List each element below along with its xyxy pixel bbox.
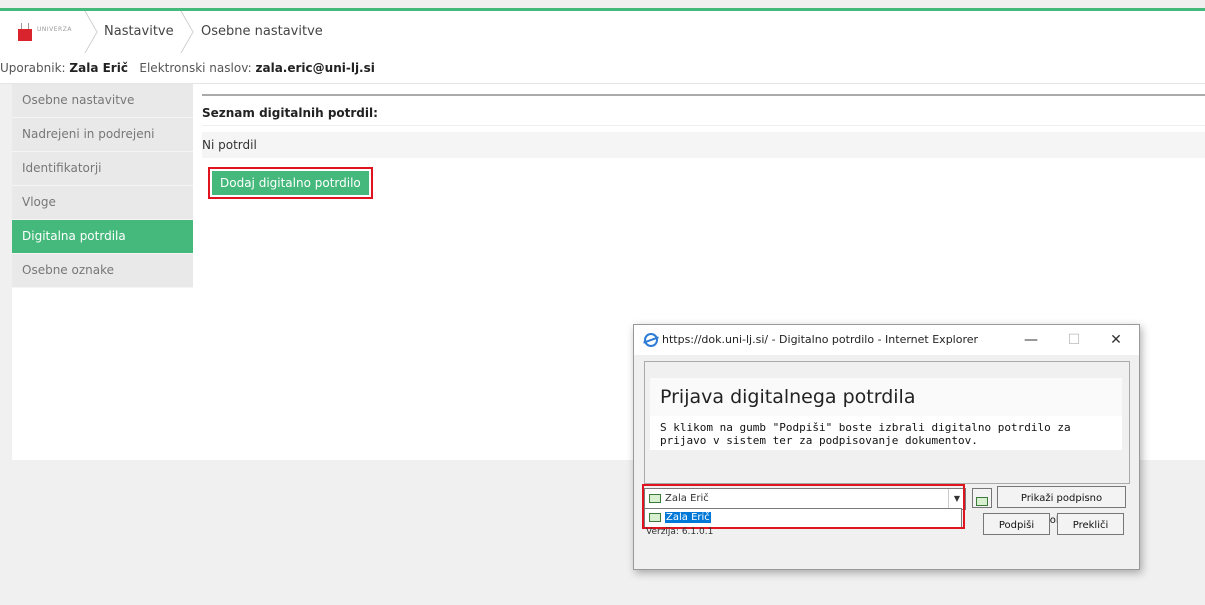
close-button[interactable]: ✕ [1101, 325, 1131, 355]
breadcrumb-separator-icon [180, 11, 194, 53]
view-certificate-button[interactable] [972, 488, 992, 508]
add-certificate-button[interactable]: Dodaj digitalno potrdilo [212, 171, 369, 195]
dialog-description: S klikom na gumb "Podpiši" boste izbrali… [650, 416, 1122, 450]
dialog-window-title: https://dok.uni-lj.si/ - Digitalno potrd… [662, 333, 979, 346]
certificates-heading: Seznam digitalnih potrdil: [202, 101, 1205, 126]
sidebar-item-osebne-nastavitve[interactable]: Osebne nastavitve [12, 84, 193, 118]
empty-certificates-row: Ni potrdil [202, 132, 1205, 158]
logo-text: UNIVERZA [37, 26, 72, 33]
email-label: Elektronski naslov: [139, 61, 252, 75]
maximize-button[interactable]: ☐ [1059, 325, 1089, 355]
certificate-select-highlight [642, 484, 965, 529]
certificates-content: Seznam digitalnih potrdil: Ni potrdil Do… [202, 94, 1205, 199]
dialog-titlebar: https://dok.uni-lj.si/ - Digitalno potrd… [634, 325, 1139, 355]
university-logo-icon[interactable] [18, 23, 34, 41]
version-label: Verzija: 6.1.0.1 [646, 527, 714, 537]
user-email: zala.eric@uni-lj.si [255, 61, 375, 75]
sidebar-item-osebne-oznake[interactable]: Osebne oznake [12, 254, 193, 288]
show-signing-policy-button[interactable]: Prikaži podpisno politiko [997, 486, 1126, 526]
top-navigation-bar: UNIVERZA Nastavitve Osebne nastavitve [0, 11, 1205, 54]
settings-sidebar: Osebne nastavitve Nadrejeni in podrejeni… [12, 84, 193, 288]
user-label: Uporabnik: [0, 61, 66, 75]
add-button-highlight: Dodaj digitalno potrdilo [208, 167, 373, 199]
sidebar-item-nadrejeni-in-podrejeni[interactable]: Nadrejeni in podrejeni [12, 118, 193, 152]
certificate-dialog-window: https://dok.uni-lj.si/ - Digitalno potrd… [633, 324, 1140, 570]
sign-button[interactable]: Podpiši [983, 513, 1050, 535]
breadcrumb-nastavitve[interactable]: Nastavitve [104, 11, 174, 53]
minimize-button[interactable]: — [1016, 325, 1046, 355]
breadcrumb-osebne-nastavitve[interactable]: Osebne nastavitve [201, 11, 323, 53]
cancel-button[interactable]: Prekliči [1057, 513, 1124, 535]
content-divider [202, 94, 1205, 96]
user-name: Zala Erič [69, 61, 128, 75]
sidebar-item-vloge[interactable]: Vloge [12, 186, 193, 220]
breadcrumb-separator-icon [84, 11, 98, 53]
internet-explorer-icon [644, 333, 658, 347]
dialog-heading: Prijava digitalnega potrdila [650, 378, 1122, 416]
dialog-info-panel: Prijava digitalnega potrdila S klikom na… [644, 361, 1130, 484]
sidebar-item-identifikatorji[interactable]: Identifikatorji [12, 152, 193, 186]
certificate-icon [976, 497, 988, 506]
user-info-bar: Uporabnik: Zala Erič Elektronski naslov:… [0, 53, 1205, 84]
sidebar-item-digitalna-potrdila[interactable]: Digitalna potrdila [12, 220, 193, 254]
